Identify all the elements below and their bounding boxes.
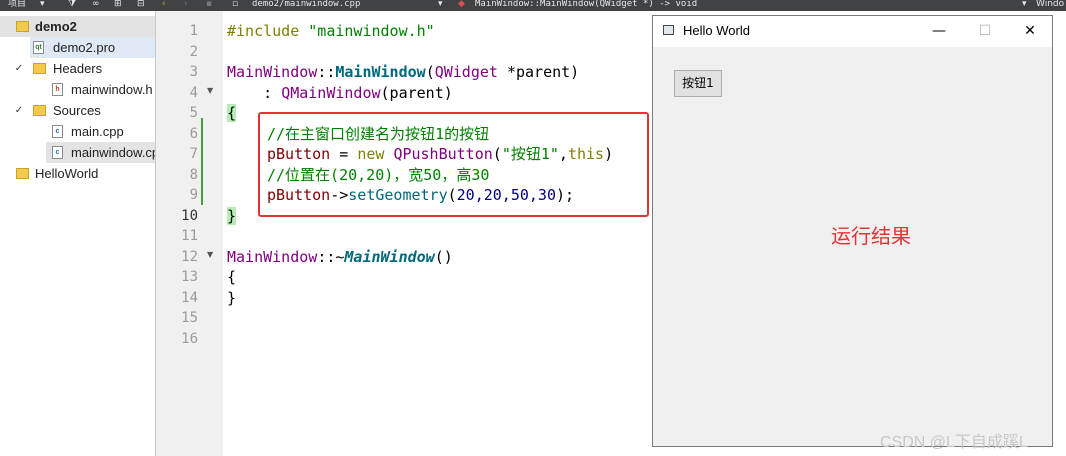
line-number: 1 <box>189 23 198 39</box>
top-toolbar: 项目 ▾ ⧩ ∞ ⊞ ⊟ ‹ › ▪ ▫ demo2/mainwindow.cp… <box>0 0 1066 11</box>
line-number: 3 <box>189 64 198 80</box>
highlight-box <box>258 112 649 217</box>
cpp-file-icon: c <box>52 146 63 159</box>
window-title: Hello World <box>683 23 750 38</box>
line-number: 2 <box>189 43 198 60</box>
line-number: 7 <box>189 146 198 162</box>
lock-icon[interactable]: ▪ <box>206 0 212 10</box>
project-folder-icon <box>16 21 29 32</box>
link-icon[interactable]: ∞ <box>92 0 100 10</box>
window-titlebar[interactable]: Hello World — ☐ ✕ <box>653 16 1052 47</box>
chevron-down-icon[interactable]: ▾ <box>438 0 443 10</box>
tree-item-helloworld[interactable]: HelloWorld <box>0 163 155 184</box>
code-line-12[interactable]: MainWindow::~MainWindow() <box>227 247 453 268</box>
filter-icon[interactable]: ⧩ <box>68 0 76 10</box>
line-number: 9 <box>189 187 198 203</box>
fold-arrow-icon[interactable]: ▼ <box>207 250 213 259</box>
folder-icon <box>33 105 46 116</box>
chevron-down-icon[interactable]: ✓ <box>13 100 25 121</box>
cpp-file-icon: c <box>52 125 63 138</box>
line-number: 5 <box>189 105 198 121</box>
tree-item-main-cpp[interactable]: c main.cpp <box>0 121 155 142</box>
tree-item-demo2[interactable]: demo2 <box>0 16 155 37</box>
app-icon <box>663 25 674 35</box>
code-line-4[interactable]: : QMainWindow(parent) <box>227 83 453 104</box>
line-number: 10 <box>181 207 198 224</box>
line-number: 11 <box>181 228 198 244</box>
close-panel-icon[interactable]: ⊟ <box>137 0 145 10</box>
file-path-combo[interactable]: demo2/mainwindow.cpp <box>252 0 360 10</box>
project-label[interactable]: 项目 <box>8 0 26 10</box>
minimize-button[interactable]: — <box>924 21 954 41</box>
line-number: 8 <box>189 166 198 183</box>
tree-item-mainwindow-cpp[interactable]: c mainwindow.cpp <box>46 142 155 163</box>
result-annotation: 运行结果 <box>831 224 911 248</box>
change-marker <box>201 118 203 205</box>
line-number: 13 <box>181 269 198 285</box>
window-combo[interactable]: Windo <box>1036 0 1064 10</box>
line-number: 4 <box>189 84 198 101</box>
maximize-button[interactable]: ☐ <box>970 21 1000 41</box>
header-file-icon: h <box>52 83 63 96</box>
back-icon[interactable]: ‹ <box>162 0 166 10</box>
line-number: 15 <box>181 310 198 326</box>
code-line-1[interactable]: #include "mainwindow.h" <box>227 21 435 42</box>
chevron-down-icon[interactable]: ✓ <box>13 58 25 79</box>
fold-arrow-icon[interactable]: ▼ <box>207 86 213 95</box>
split-icon[interactable]: ⊞ <box>114 0 122 10</box>
folder-icon <box>33 63 46 74</box>
watermark: CSDN @L下自成蹊L <box>880 434 1028 451</box>
line-number: 14 <box>181 289 198 306</box>
hello-world-window[interactable]: Hello World — ☐ ✕ 按钮1 运行结果 <box>652 15 1053 447</box>
close-button[interactable]: ✕ <box>1015 21 1045 41</box>
tree-item-mainwindow-h[interactable]: h mainwindow.h <box>0 79 155 100</box>
pro-file-icon: qt <box>33 41 44 54</box>
code-line-5[interactable]: { <box>227 103 237 124</box>
file-icon: ▫ <box>232 0 239 9</box>
project-tree[interactable]: demo2 qt demo2.pro ✓ Headers h mainwindo… <box>0 11 156 456</box>
line-number: 16 <box>181 330 198 347</box>
chevron-down-icon[interactable]: ▾ <box>1022 0 1027 10</box>
push-button-1[interactable]: 按钮1 <box>674 70 722 97</box>
chevron-down-icon[interactable]: ▾ <box>40 0 45 10</box>
code-line-3[interactable]: MainWindow::MainWindow(QWidget *parent) <box>227 62 579 83</box>
tree-item-demo2-pro[interactable]: qt demo2.pro <box>30 37 155 58</box>
code-line-14[interactable]: } <box>227 288 236 309</box>
project-folder-icon <box>16 168 29 179</box>
code-line-13[interactable]: { <box>227 267 236 288</box>
function-combo[interactable]: MainWindow::MainWindow(QWidget *) -> voi… <box>475 0 697 10</box>
function-icon: ◆ <box>458 0 465 9</box>
tree-item-headers[interactable]: ✓ Headers <box>0 58 155 79</box>
line-number: 6 <box>189 125 198 142</box>
tree-item-sources[interactable]: ✓ Sources <box>0 100 155 121</box>
line-number: 12 <box>181 248 198 265</box>
forward-icon[interactable]: › <box>184 0 188 10</box>
code-line-10[interactable]: } <box>227 206 237 227</box>
